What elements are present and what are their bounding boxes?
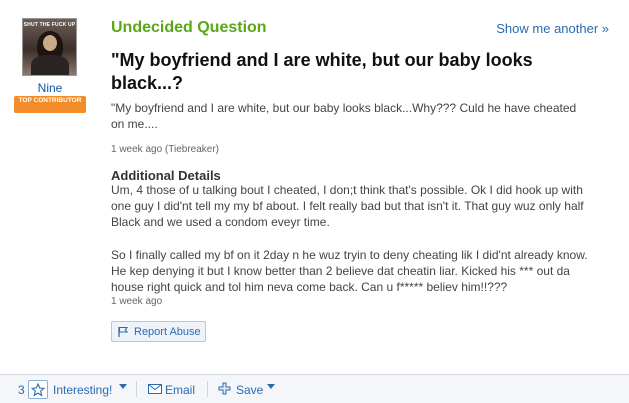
avatar-caption: SHUT THE FUCK UP xyxy=(23,22,76,28)
question-title: "My boyfriend and I are white, but our b… xyxy=(111,50,533,93)
additional-details-heading: Additional Details xyxy=(111,168,221,183)
top-contributor-badge: TOP CONTRIBUTOR xyxy=(14,96,86,113)
question-type-label: Undecided Question xyxy=(111,19,267,36)
star-button[interactable] xyxy=(28,380,48,399)
avatar-face xyxy=(43,35,57,51)
avatar[interactable]: SHUT THE FUCK UP xyxy=(22,18,77,76)
username-link[interactable]: Nine xyxy=(12,81,88,95)
email-icon[interactable] xyxy=(148,384,162,394)
star-icon xyxy=(31,382,45,397)
details-meta: 1 week ago xyxy=(111,296,163,307)
action-bar: 3 Interesting! Email Save xyxy=(0,374,629,403)
question-body: "My boyfriend and I are white, but our b… xyxy=(111,101,577,131)
divider xyxy=(207,381,208,397)
interesting-button[interactable]: Interesting! xyxy=(53,383,112,397)
plus-icon[interactable] xyxy=(218,382,231,395)
report-abuse-label: Report Abuse xyxy=(134,325,201,338)
save-button[interactable]: Save xyxy=(236,383,263,397)
chevron-down-icon[interactable] xyxy=(119,384,127,389)
question-meta: 1 week ago (Tiebreaker) xyxy=(111,144,220,155)
report-abuse-button[interactable]: Report Abuse xyxy=(111,321,206,342)
chevron-down-icon[interactable] xyxy=(267,384,275,389)
email-button[interactable]: Email xyxy=(165,383,195,397)
divider xyxy=(136,381,137,397)
additional-details-paragraph-1: Um, 4 those of u talking bout I cheated,… xyxy=(111,183,584,229)
avatar-body xyxy=(31,55,69,75)
show-another-link[interactable]: Show me another » xyxy=(496,21,609,36)
flag-icon xyxy=(118,326,129,337)
interesting-count: 3 xyxy=(18,383,25,397)
additional-details-paragraph-2: So I finally called my bf on it 2day n h… xyxy=(111,248,588,294)
